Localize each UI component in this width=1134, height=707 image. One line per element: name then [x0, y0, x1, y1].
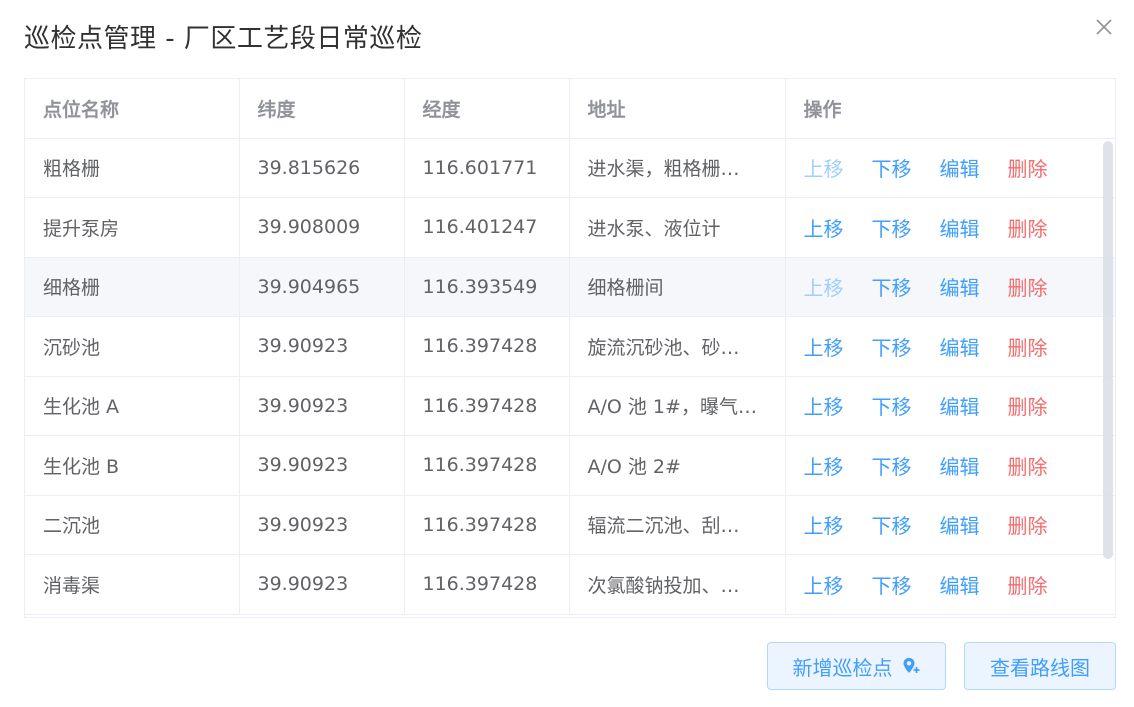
move-up-link[interactable]: 上移	[804, 391, 872, 420]
table-header-row: 点位名称 纬度 经度 地址 操作	[25, 79, 1115, 139]
cell-longitude: 116.397428	[404, 554, 570, 615]
cell-longitude: 116.397428	[404, 376, 570, 436]
move-up-link[interactable]: 上移	[804, 451, 872, 480]
view-route-map-button[interactable]: 查看路线图	[964, 642, 1116, 690]
table-row: 提升泵房 39.908009 116.401247 进水泵、液位计 上移 下移 编辑 删除	[25, 197, 1115, 258]
edit-link[interactable]: 编辑	[940, 570, 1008, 599]
cell-actions: 上移 下移 编辑 删除	[785, 435, 1115, 496]
table-row: 二沉池 39.90923 116.397428 辐流二沉池、刮… 上移 下移 编辑 删除	[25, 495, 1115, 555]
cell-address: 进水渠，粗格栅…	[569, 138, 786, 198]
delete-link[interactable]: 删除	[1008, 570, 1076, 599]
table-row: 粗格栅 39.815626 116.601771 进水渠，粗格栅… 上移 下移 编辑 删除	[25, 138, 1115, 198]
move-down-link[interactable]: 下移	[872, 451, 940, 480]
header-longitude: 经度	[404, 79, 570, 139]
cell-longitude: 116.393549	[404, 257, 570, 317]
edit-link[interactable]: 编辑	[940, 272, 1008, 301]
move-up-link[interactable]: 上移	[804, 213, 872, 242]
header-name: 点位名称	[25, 79, 240, 139]
table-row: 生化池 A 39.90923 116.397428 A/O 池 1#，曝气… 上移 下移编…	[25, 376, 1115, 436]
table-row: 生化池 B 39.90923 116.397428 A/O 池 2# 上移 下移 编辑 删除	[25, 435, 1115, 496]
cell-address: 次氯酸钠投加、…	[569, 554, 786, 615]
edit-link[interactable]: 编辑	[940, 451, 1008, 480]
cell-latitude: 39.90923	[239, 435, 405, 496]
dialog: 巡检点管理 - 厂区工艺段日常巡检 点位名称 纬度 经度 地址 操作 粗格栅 3…	[0, 0, 1134, 707]
delete-link[interactable]: 删除	[1008, 332, 1076, 361]
delete-link[interactable]: 删除	[1008, 510, 1076, 539]
add-inspection-point-button[interactable]: 新增巡检点	[767, 642, 946, 690]
cell-address: A/O 池 1#，曝气…	[569, 376, 786, 436]
view-route-map-label: 查看路线图	[990, 655, 1090, 680]
cell-name: 粗格栅	[25, 138, 240, 198]
move-up-link[interactable]: 上移	[804, 570, 872, 599]
delete-link[interactable]: 删除	[1008, 272, 1076, 301]
move-up-link[interactable]: 上移	[804, 510, 872, 539]
move-down-link[interactable]: 下移	[872, 570, 940, 599]
cell-name: 细格栅	[25, 257, 240, 317]
cell-actions: 上移 下移 编辑 删除	[785, 376, 1115, 436]
move-up-link[interactable]: 上移	[804, 153, 872, 182]
cell-longitude: 116.601771	[404, 138, 570, 198]
cell-name: 消毒渠	[25, 554, 240, 615]
add-inspection-point-label: 新增巡检点	[792, 655, 893, 680]
delete-link[interactable]: 删除	[1008, 391, 1076, 420]
move-up-link[interactable]: 上移	[804, 272, 872, 301]
move-down-link[interactable]: 下移	[872, 153, 940, 182]
cell-latitude: 39.90923	[239, 376, 405, 436]
cell-actions: 上移 下移 编辑 删除	[785, 257, 1115, 317]
move-down-link[interactable]: 下移	[872, 391, 940, 420]
dialog-title: 巡检点管理 - 厂区工艺段日常巡检	[24, 24, 423, 54]
delete-link[interactable]: 删除	[1008, 451, 1076, 480]
table-scrollbar[interactable]	[1103, 141, 1113, 559]
move-down-link[interactable]: 下移	[872, 272, 940, 301]
delete-link[interactable]: 删除	[1008, 153, 1076, 182]
close-icon[interactable]	[1092, 15, 1116, 39]
edit-link[interactable]: 编辑	[940, 153, 1008, 182]
cell-name: 生化池 A	[25, 376, 240, 436]
cell-address: 辐流二沉池、刮…	[569, 495, 786, 555]
delete-link[interactable]: 删除	[1008, 213, 1076, 242]
cell-address: A/O 池 2#	[569, 435, 786, 496]
table-row: 沉砂池 39.90923 116.397428 旋流沉砂池、砂… 上移 下移 编辑 删除	[25, 316, 1115, 377]
cell-actions: 上移 下移 编辑 删除	[785, 554, 1115, 615]
header-latitude: 纬度	[239, 79, 405, 139]
cell-latitude: 39.90923	[239, 316, 405, 377]
cell-latitude: 39.908009	[239, 197, 405, 258]
cell-name: 生化池 B	[25, 435, 240, 496]
cell-actions: 上移 下移 编辑 删除	[785, 495, 1115, 555]
table-row: 细格栅 39.904965 116.393549 细格栅间 上移 下移 编辑 删除	[25, 257, 1115, 317]
cell-actions: 上移 下移 编辑 删除	[785, 197, 1115, 258]
cell-longitude: 116.397428	[404, 316, 570, 377]
cell-latitude: 39.90923	[239, 554, 405, 615]
cell-name: 沉砂池	[25, 316, 240, 377]
cell-longitude: 116.397428	[404, 495, 570, 555]
move-down-link[interactable]: 下移	[872, 510, 940, 539]
cell-address: 细格栅间	[569, 257, 786, 317]
edit-link[interactable]: 编辑	[940, 391, 1008, 420]
cell-address: 进水泵、液位计	[569, 197, 786, 258]
edit-link[interactable]: 编辑	[940, 332, 1008, 361]
move-down-link[interactable]: 下移	[872, 332, 940, 361]
cell-name: 提升泵房	[25, 197, 240, 258]
cell-latitude: 39.904965	[239, 257, 405, 317]
inspection-points-table: 点位名称 纬度 经度 地址 操作 粗格栅 39.815626 116.601771 进…	[24, 78, 1116, 618]
edit-link[interactable]: 编辑	[940, 213, 1008, 242]
cell-longitude: 116.397428	[404, 435, 570, 496]
move-down-link[interactable]: 下移	[872, 213, 940, 242]
cell-latitude: 39.815626	[239, 138, 405, 198]
header-actions: 操作	[785, 79, 1115, 139]
header-address: 地址	[569, 79, 786, 139]
cell-actions: 上移 下移 编辑 删除	[785, 138, 1115, 198]
cell-longitude: 116.401247	[404, 197, 570, 258]
cell-address: 旋流沉砂池、砂…	[569, 316, 786, 377]
cell-actions: 上移 下移 编辑 删除	[785, 316, 1115, 377]
cell-name: 二沉池	[25, 495, 240, 555]
move-up-link[interactable]: 上移	[804, 332, 872, 361]
cell-latitude: 39.90923	[239, 495, 405, 555]
table-row: 消毒渠 39.90923 116.397428 次氯酸钠投加、… 上移 下移 编辑 删除	[25, 554, 1115, 615]
edit-link[interactable]: 编辑	[940, 510, 1008, 539]
map-pin-plus-icon	[901, 656, 921, 676]
